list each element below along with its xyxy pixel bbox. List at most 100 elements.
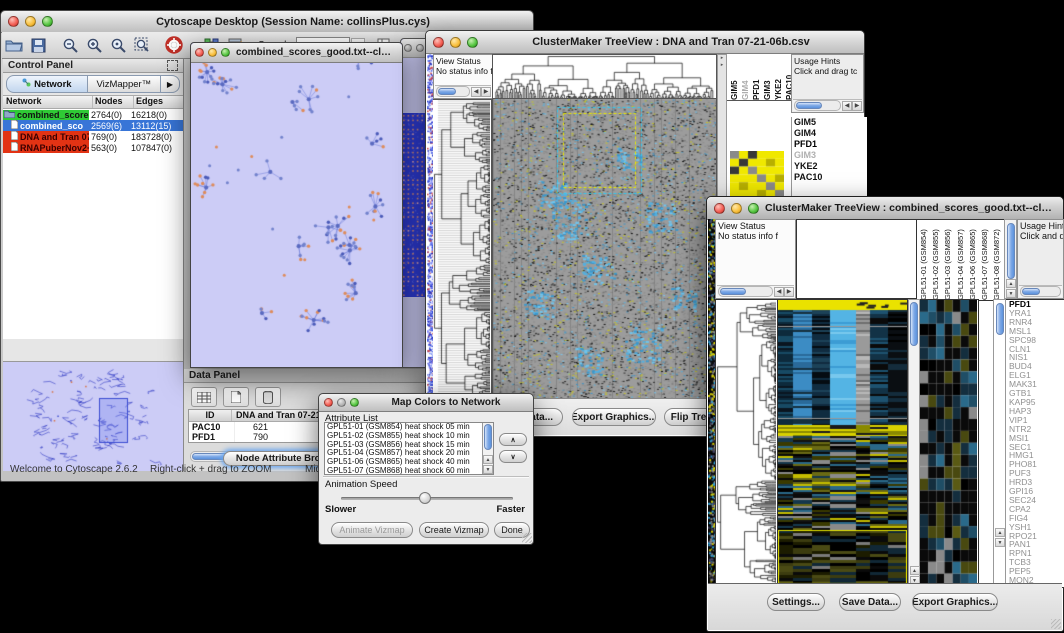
scroll-left-icon[interactable]: ◀ (774, 287, 784, 297)
gene-label[interactable]: YRA1 (1009, 309, 1064, 318)
minimize-button[interactable] (416, 44, 424, 52)
gene-label[interactable]: SEC1 (1009, 443, 1064, 452)
gene-label[interactable]: PUF3 (1009, 469, 1064, 478)
view-status-hscrollbar[interactable]: ◀ ▶ (435, 85, 491, 97)
column-label[interactable]: GIM3 (763, 54, 772, 100)
scroll-down-icon[interactable]: ▼ (995, 538, 1005, 547)
animate-vizmap-button[interactable]: Animate Vizmap (331, 522, 413, 538)
close-button[interactable] (324, 398, 333, 407)
zoom-button[interactable] (748, 203, 759, 214)
gene-label[interactable]: TCB3 (1009, 558, 1064, 567)
gene-label[interactable]: MSI1 (1009, 434, 1064, 443)
gene-label[interactable]: CPA2 (1009, 505, 1064, 514)
tab-vizmapper[interactable]: VizMapper™ (88, 75, 161, 93)
gene-label[interactable]: PEP5 (1009, 567, 1064, 576)
gene-label[interactable]: PFD1 (1009, 300, 1064, 309)
scroll-down-icon[interactable]: ▼ (1006, 289, 1016, 298)
gene-label[interactable]: FIG4 (1009, 514, 1064, 523)
gene-label[interactable]: PHO81 (1009, 460, 1064, 469)
treeview2-titlebar[interactable]: ClusterMaker TreeView : combined_scores_… (707, 197, 1063, 220)
more-tabs-button[interactable]: ▶ (161, 75, 180, 93)
gene-label[interactable]: RPN1 (1009, 549, 1064, 558)
birdseye-view-canvas[interactable] (3, 362, 181, 469)
column-label[interactable]: GPL51-04 (GSM857) (956, 220, 966, 300)
row-dendrogram-canvas[interactable] (433, 100, 490, 400)
scroll-up-icon[interactable]: ▲ (483, 455, 493, 464)
gene-label[interactable]: RNR4 (1009, 318, 1064, 327)
gene-label[interactable]: PAN1 (1009, 540, 1064, 549)
help-lifebuoy-icon[interactable] (163, 35, 185, 55)
network-overview-panel[interactable] (3, 361, 183, 471)
resize-grip[interactable] (522, 533, 532, 543)
gene-label[interactable]: HRD3 (1009, 478, 1064, 487)
gene-label[interactable]: GPI16 (1009, 487, 1064, 496)
gene-label[interactable]: HMG1 (1009, 451, 1064, 460)
gene-label[interactable]: BUD4 (1009, 362, 1064, 371)
close-button[interactable] (714, 203, 725, 214)
gene-label[interactable]: HAP3 (1009, 407, 1064, 416)
export-graphics-button[interactable]: Export Graphics... (572, 408, 656, 426)
dialog-titlebar[interactable]: Map Colors to Network (319, 394, 533, 412)
zoom-heatmap-canvas[interactable] (730, 151, 784, 198)
gene-label[interactable]: CLN1 (1009, 345, 1064, 354)
heatmap-vscrollbar[interactable]: ▲ ▼ (908, 299, 920, 586)
gene-label[interactable]: MAK31 (1009, 380, 1064, 389)
minimize-button[interactable] (337, 398, 346, 407)
network-table-row[interactable]: RNAPuberNov2+563(0)107847(0) (3, 142, 183, 153)
column-label[interactable]: GPL51-06 (GSM865) (968, 220, 978, 300)
move-attribute-up-button[interactable]: ∧ (499, 433, 527, 446)
heatmap-canvas[interactable] (778, 300, 907, 585)
gene-label[interactable]: SPC98 (1009, 336, 1064, 345)
scroll-left-icon[interactable]: ◀ (842, 101, 852, 111)
gene-label[interactable]: GIM3 (794, 150, 867, 161)
attribute-listbox[interactable]: GPL51-01 (GSM854) heat shock 05 minGPL51… (324, 422, 494, 475)
zoom-out-icon[interactable] (59, 35, 81, 55)
genelist-vscrollbar[interactable]: ▲ ▼ (993, 299, 1006, 586)
usage-hints-hscrollbar[interactable] (1019, 285, 1062, 297)
gene-label[interactable]: NIS1 (1009, 353, 1064, 362)
treeview1-titlebar[interactable]: ClusterMaker TreeView : DNA and Tran 07-… (426, 31, 864, 54)
column-label[interactable]: GPL51-08 (GSM872) (992, 220, 1002, 300)
global-position-strip[interactable] (708, 219, 715, 586)
zoom-selected-icon[interactable] (107, 35, 129, 55)
zoom-fit-icon[interactable] (131, 35, 153, 55)
gene-label[interactable]: PAC10 (794, 172, 867, 183)
network-graph-canvas[interactable] (191, 43, 402, 348)
save-data-button[interactable]: Save Data... (839, 593, 901, 611)
close-button[interactable] (195, 48, 204, 57)
attribute-list-vscrollbar[interactable]: ▲ ▼ (482, 423, 493, 474)
scroll-right-icon[interactable]: ▶ (481, 87, 491, 97)
column-label[interactable]: GPL51-03 (GSM856) (943, 220, 953, 300)
save-icon[interactable] (27, 35, 49, 55)
row-dendrogram-canvas[interactable] (716, 300, 776, 585)
attribute-list-item[interactable]: GPL51-07 (GSM868) heat shock 60 min (327, 467, 493, 475)
open-file-icon[interactable] (3, 35, 25, 55)
gene-label[interactable]: KAP95 (1009, 398, 1064, 407)
network-view-titlebar[interactable]: combined_scores_good.txt--cluste... (191, 43, 402, 63)
usage-hints-hscrollbar[interactable]: ◀ ▶ (793, 99, 862, 111)
gene-label[interactable]: PFD1 (794, 139, 867, 150)
gene-label[interactable]: GTB1 (1009, 389, 1064, 398)
column-label[interactable]: GPL51-01 (GSM854) (919, 220, 929, 300)
column-label[interactable]: GIM5 (730, 54, 739, 100)
float-panel-icon[interactable] (167, 60, 178, 71)
zoom-button[interactable] (42, 16, 53, 27)
gene-label[interactable]: YKE2 (794, 161, 867, 172)
move-attribute-down-button[interactable]: ∨ (499, 450, 527, 463)
resize-grip[interactable] (1051, 619, 1061, 629)
scroll-right-icon[interactable]: ▶ (852, 101, 862, 111)
zoom-button[interactable] (467, 37, 478, 48)
settings-button[interactable]: Settings... (767, 593, 825, 611)
gene-label[interactable]: GIM5 (794, 117, 867, 128)
export-graphics-button[interactable]: Export Graphics... (912, 593, 998, 611)
window-controls[interactable] (8, 16, 53, 27)
close-button[interactable] (433, 37, 444, 48)
view-status-hscrollbar[interactable]: ◀ ▶ (717, 285, 794, 297)
scroll-up-icon[interactable]: ▲ (995, 528, 1005, 537)
column-dendrogram-canvas[interactable] (493, 55, 716, 98)
minimize-button[interactable] (25, 16, 36, 27)
column-label[interactable]: YKE2 (774, 54, 783, 100)
create-vizmap-button[interactable]: Create Vizmap (419, 522, 489, 538)
scroll-up-icon[interactable]: ▲ (910, 566, 920, 575)
select-attributes-icon[interactable] (191, 387, 217, 407)
